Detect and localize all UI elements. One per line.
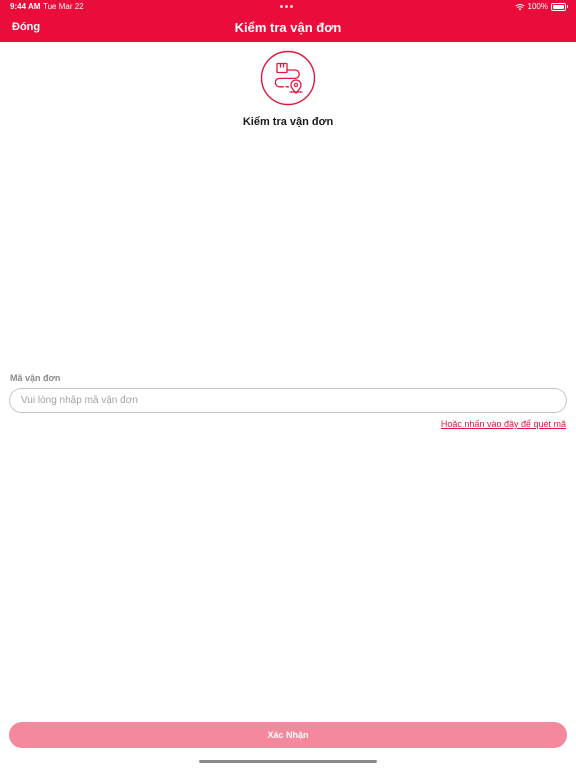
page-title: Kiểm tra vận đơn xyxy=(234,20,342,35)
battery-icon xyxy=(551,2,568,11)
multitasking-dots-icon[interactable] xyxy=(280,1,293,8)
waybill-field-label: Mã vận đơn xyxy=(10,373,61,383)
status-bar: 9:44 AM Tue Mar 22 100% xyxy=(0,0,576,14)
status-date: Tue Mar 22 xyxy=(43,2,84,11)
status-time: 9:44 AM xyxy=(10,2,41,11)
waybill-input[interactable] xyxy=(9,388,567,413)
home-indicator[interactable] xyxy=(199,760,377,763)
battery-percent: 100% xyxy=(527,2,548,11)
status-indicators: 100% xyxy=(514,2,568,11)
delivery-route-icon xyxy=(260,50,316,106)
scan-code-link[interactable]: Hoặc nhấn vào đây để quét mã xyxy=(441,419,566,429)
wifi-icon xyxy=(514,3,525,10)
waybill-check-screen: 9:44 AM Tue Mar 22 100% Đóng Kiểm tra vậ… xyxy=(0,0,576,768)
confirm-button[interactable]: Xác Nhận xyxy=(9,722,567,748)
hero-title: Kiểm tra vận đơn xyxy=(242,116,334,128)
navigation-header: 9:44 AM Tue Mar 22 100% Đóng Kiểm tra vậ… xyxy=(0,0,576,42)
